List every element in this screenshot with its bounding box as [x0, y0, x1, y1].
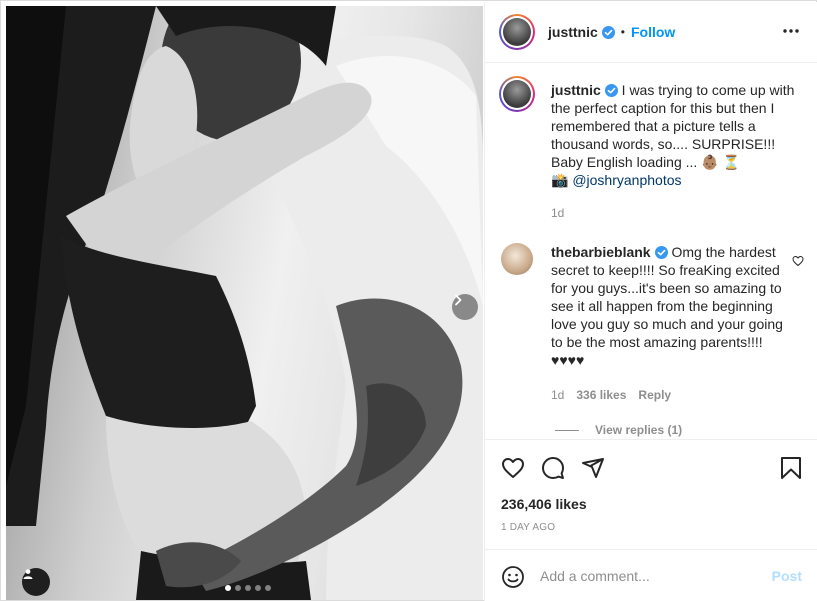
carousel-dot: [245, 585, 251, 591]
more-options-button[interactable]: [782, 22, 800, 45]
comment-like-button[interactable]: [792, 254, 804, 272]
commenter-avatar[interactable]: [501, 243, 533, 275]
replies-divider: [555, 429, 579, 431]
reply-button[interactable]: Reply: [638, 388, 671, 402]
share-icon: [582, 458, 604, 478]
heart-icon: [502, 458, 524, 478]
comment-meta: 1d 336 likes Reply: [551, 388, 671, 402]
user-icon: [23, 569, 33, 579]
follow-button[interactable]: Follow: [631, 24, 675, 40]
likes-count[interactable]: 236,406 likes: [501, 496, 587, 512]
comment-text: Omg the hardest secret to keep!!!! So fr…: [551, 244, 783, 368]
view-replies-button[interactable]: View replies (1): [555, 423, 682, 437]
post-sidebar: justtnic • Follow justtnic I was trying …: [484, 2, 817, 601]
carousel-dot: [255, 585, 261, 591]
verified-icon: [601, 25, 615, 39]
carousel-dot: [265, 585, 271, 591]
verified-icon: [654, 246, 668, 259]
post-caption: justtnic I was trying to come up with th…: [551, 81, 796, 189]
post-dialog: justtnic • Follow justtnic I was trying …: [0, 0, 817, 601]
caption-author-avatar[interactable]: [499, 76, 535, 112]
author-username[interactable]: justtnic: [548, 24, 598, 40]
add-comment-bar: Post: [485, 549, 817, 601]
tagged-users-button[interactable]: [22, 568, 50, 596]
emoji-picker-button[interactable]: [501, 565, 525, 594]
carousel-indicators: [225, 585, 271, 591]
post-comment-button[interactable]: Post: [772, 568, 802, 584]
more-icon: [783, 29, 799, 33]
bookmark-icon: [781, 457, 801, 479]
author-avatar[interactable]: [499, 14, 535, 50]
post-header: justtnic • Follow: [485, 2, 817, 63]
carousel-dot: [225, 585, 231, 591]
carousel-dot: [235, 585, 241, 591]
comment-body: thebarbieblank Omg the hardest secret to…: [551, 243, 789, 369]
post-actions: 236,406 likes 1 DAY AGO: [485, 439, 817, 549]
camera-emoji: 📸: [551, 172, 569, 188]
view-replies-label: View replies (1): [595, 423, 683, 437]
emoji-icon: [502, 566, 524, 588]
photo-illustration: [6, 6, 483, 600]
chevron-right-icon: [455, 294, 462, 306]
commenter-username[interactable]: thebarbieblank: [551, 244, 651, 260]
next-slide-button[interactable]: [452, 294, 478, 320]
caption-time[interactable]: 1d: [551, 206, 564, 220]
share-button[interactable]: [581, 456, 605, 485]
comment-input[interactable]: [540, 564, 760, 588]
comment-icon: [542, 457, 564, 479]
caption-username[interactable]: justtnic: [551, 82, 601, 98]
photo-credit-mention[interactable]: @joshryanphotos: [572, 172, 681, 188]
heart-icon: [792, 255, 804, 267]
comment-button[interactable]: [541, 456, 565, 485]
post-date[interactable]: 1 DAY AGO: [501, 522, 555, 533]
comments-scroll-area[interactable]: justtnic I was trying to come up with th…: [485, 64, 817, 438]
comment-time[interactable]: 1d: [551, 388, 564, 402]
header-separator: •: [620, 25, 625, 39]
like-button[interactable]: [501, 456, 525, 485]
verified-icon: [604, 84, 618, 97]
save-button[interactable]: [780, 456, 802, 485]
comment-likes[interactable]: 336 likes: [576, 388, 626, 402]
post-photo[interactable]: [6, 6, 483, 600]
